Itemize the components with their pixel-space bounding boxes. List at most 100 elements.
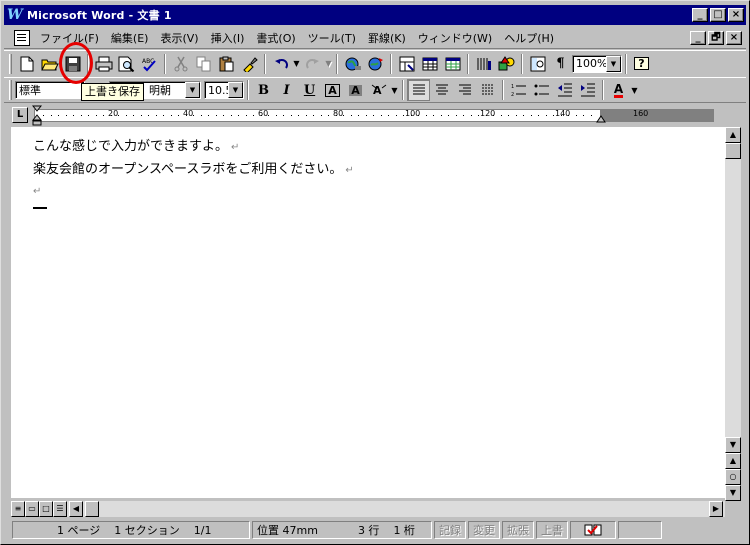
vertical-scrollbar[interactable]: ▲ ▼ ▲ ○ ▼	[725, 127, 741, 501]
ruler-tick	[403, 115, 404, 116]
font-size-dropdown-icon[interactable]: ▼	[228, 82, 243, 98]
format-painter-button[interactable]	[238, 53, 261, 75]
underline-button[interactable]: U	[298, 79, 321, 101]
tables-borders-button[interactable]	[395, 53, 418, 75]
next-page-button[interactable]: ▼	[725, 485, 741, 501]
undo-button[interactable]	[269, 53, 292, 75]
scroll-left-button[interactable]: ◀	[69, 501, 83, 517]
print-layout-button[interactable]: □	[39, 501, 53, 517]
close-button[interactable]: ×	[728, 8, 744, 22]
menu-edit[interactable]: 編集(E)	[105, 30, 155, 46]
numbering-button[interactable]: 12	[507, 79, 530, 101]
font-size-select[interactable]: 10.5 ▼	[204, 81, 244, 99]
align-right-button[interactable]	[453, 79, 476, 101]
menu-help[interactable]: ヘルプ(H)	[498, 30, 560, 46]
tab-selector[interactable]: L	[12, 107, 28, 123]
char-shading-button[interactable]: A	[344, 79, 367, 101]
maximize-button[interactable]: □	[710, 8, 726, 22]
menu-view[interactable]: 表示(V)	[154, 30, 204, 46]
minimize-button[interactable]: _	[692, 8, 708, 22]
insert-excel-button[interactable]	[441, 53, 464, 75]
document-icon[interactable]	[14, 29, 30, 46]
bold-button[interactable]: B	[252, 79, 275, 101]
horizontal-scrollbar[interactable]: ≡ ▭ □ ☰ ◀ ▶	[11, 501, 725, 517]
menu-format[interactable]: 書式(O)	[250, 30, 301, 46]
drawing-button[interactable]	[495, 53, 518, 75]
new-document-button[interactable]	[15, 53, 38, 75]
hscroll-thumb[interactable]	[85, 501, 99, 517]
redo-dropdown-arrow[interactable]: ▼	[324, 59, 333, 68]
status-spelling[interactable]	[570, 521, 616, 539]
print-button[interactable]	[92, 53, 115, 75]
left-indent-marker-icon[interactable]	[32, 105, 42, 127]
insert-hyperlink-button[interactable]	[341, 53, 364, 75]
char-scaling-button[interactable]: A	[367, 79, 390, 101]
previous-page-button[interactable]: ▲	[725, 453, 741, 469]
open-button[interactable]	[38, 53, 61, 75]
redo-button[interactable]	[301, 53, 324, 75]
document-map-button[interactable]	[526, 53, 549, 75]
paragraph-mark: ↵	[231, 142, 240, 153]
toolbar-grip[interactable]	[9, 80, 12, 100]
char-shading-icon: A	[349, 83, 362, 97]
browse-object-button[interactable]: ○	[725, 469, 741, 485]
align-justify-button[interactable]	[407, 79, 430, 101]
office-assistant-button[interactable]: ?	[630, 53, 653, 75]
ruler-tick	[80, 115, 82, 116]
zoom-select[interactable]: 100% ▼	[572, 54, 622, 73]
status-page: 1 ページ	[57, 524, 101, 537]
increase-indent-button[interactable]	[576, 79, 599, 101]
scroll-thumb[interactable]	[725, 143, 741, 159]
web-layout-button[interactable]: ▭	[25, 501, 39, 517]
toolbar-grip[interactable]	[9, 53, 12, 74]
ruler-tick	[95, 115, 97, 116]
font-color-button[interactable]: A	[607, 79, 630, 101]
doc-close-button[interactable]: ×	[726, 30, 742, 45]
word-app-icon[interactable]: W	[7, 7, 23, 23]
align-center-button[interactable]	[430, 79, 453, 101]
copy-button[interactable]	[192, 53, 215, 75]
horizontal-ruler[interactable]: 20 40 60 80 100 120 140 160	[32, 105, 714, 126]
doc-restore-button[interactable]: 🗗	[708, 30, 724, 45]
decrease-indent-button[interactable]	[553, 79, 576, 101]
status-position-info[interactable]: 位置 47mm 3 行 1 桁	[252, 521, 432, 539]
status-page-info[interactable]: 1 ページ 1 セクション 1/1	[12, 521, 250, 539]
char-scaling-dropdown-arrow[interactable]: ▼	[390, 86, 399, 95]
ruler-tick	[50, 115, 52, 116]
font-color-dropdown-arrow[interactable]: ▼	[630, 86, 639, 95]
title-bar[interactable]: W Microsoft Word - 文書 1 _ □ ×	[4, 5, 746, 25]
cut-button[interactable]	[169, 53, 192, 75]
ruler-tick	[140, 115, 142, 116]
italic-button[interactable]: I	[275, 79, 298, 101]
status-record[interactable]: 記録	[434, 521, 466, 539]
scroll-right-button[interactable]: ▶	[709, 501, 723, 517]
scroll-down-button[interactable]: ▼	[725, 437, 741, 453]
status-extend[interactable]: 拡張	[502, 521, 534, 539]
doc-minimize-button[interactable]: _	[690, 30, 706, 45]
show-hide-button[interactable]: ¶	[549, 53, 572, 75]
right-indent-marker-icon[interactable]	[596, 113, 606, 123]
scroll-up-button[interactable]: ▲	[725, 127, 741, 143]
font-dropdown-icon[interactable]: ▼	[185, 82, 200, 98]
document-area[interactable]: こんな感じで入力ができますよ。 ↵ 楽友会館のオープンスペースラボをご利用ください…	[11, 127, 725, 498]
columns-button[interactable]	[472, 53, 495, 75]
status-track-changes[interactable]: 変更	[468, 521, 500, 539]
zoom-dropdown-icon[interactable]: ▼	[606, 55, 621, 72]
menu-insert[interactable]: 挿入(I)	[205, 30, 251, 46]
normal-view-button[interactable]: ≡	[11, 501, 25, 517]
outline-view-button[interactable]: ☰	[53, 501, 67, 517]
distribute-button[interactable]	[476, 79, 499, 101]
spelling-button[interactable]: ABC	[138, 53, 161, 75]
menu-table[interactable]: 罫線(K)	[362, 30, 412, 46]
ruler-tick	[185, 115, 187, 116]
menu-window[interactable]: ウィンドウ(W)	[412, 30, 498, 46]
bullets-button[interactable]	[530, 79, 553, 101]
menu-tools[interactable]: ツール(T)	[302, 30, 362, 46]
status-overtype[interactable]: 上書	[536, 521, 568, 539]
paste-button[interactable]	[215, 53, 238, 75]
insert-table-button[interactable]	[418, 53, 441, 75]
undo-dropdown-arrow[interactable]: ▼	[292, 59, 301, 68]
web-toolbar-button[interactable]	[364, 53, 387, 75]
char-border-button[interactable]: A	[321, 79, 344, 101]
print-preview-button[interactable]	[115, 53, 138, 75]
